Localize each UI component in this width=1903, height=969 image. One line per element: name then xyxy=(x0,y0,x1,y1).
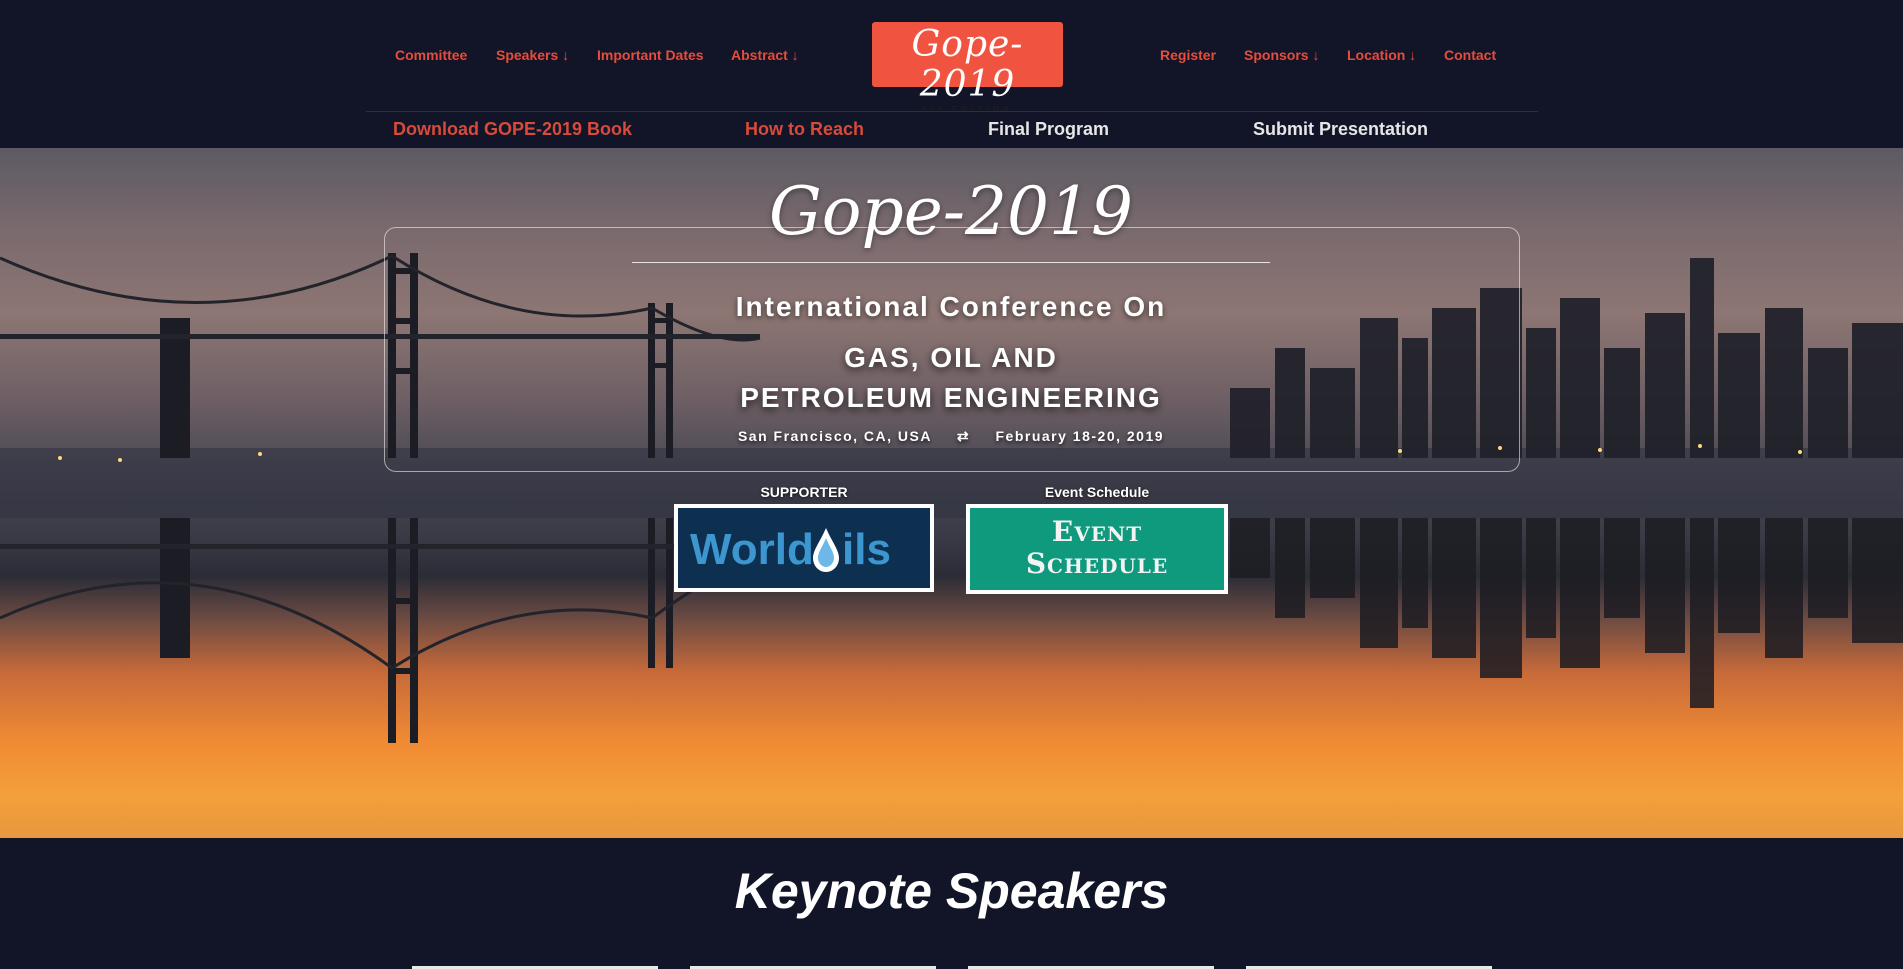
nav-speakers[interactable]: Speakers ↓ xyxy=(496,47,569,63)
conference-location: San Francisco, CA, USA xyxy=(737,428,932,444)
nav-sponsors[interactable]: Sponsors ↓ xyxy=(1244,47,1319,63)
event-schedule-line2: Schedule xyxy=(1025,547,1169,580)
svg-text:World: World xyxy=(690,525,814,574)
title-underline xyxy=(632,262,1270,263)
nav-important-dates[interactable]: Important Dates xyxy=(597,47,704,63)
nav-abstract[interactable]: Abstract ↓ xyxy=(731,47,799,63)
hero-title: Gope-2019 xyxy=(768,173,1134,250)
hero-banner: Gope-2019 International Conference On GA… xyxy=(0,148,1903,838)
conference-name: GAS, OIL AND PETROLEUM ENGINEERING xyxy=(384,338,1518,418)
event-schedule-line1: Event xyxy=(1051,515,1143,548)
site-logo[interactable]: Gope-2019 5th EDITION xyxy=(872,22,1063,114)
link-submit-presentation[interactable]: Submit Presentation xyxy=(1253,119,1428,140)
swap-arrows-icon: ⇄ xyxy=(956,428,971,444)
logo-subtitle: 5th EDITION xyxy=(922,105,1013,114)
conference-dates: February 18-20, 2019 xyxy=(995,428,1165,444)
nav-location[interactable]: Location ↓ xyxy=(1347,47,1416,63)
conference-meta: San Francisco, CA, USA ⇄ February 18-20,… xyxy=(384,428,1518,445)
header-divider xyxy=(366,111,1538,112)
supporter-worldoils-link[interactable]: World ils xyxy=(674,504,934,592)
supporter-label: SUPPORTER xyxy=(760,484,848,500)
nav-contact[interactable]: Contact xyxy=(1444,47,1496,63)
link-how-to-reach[interactable]: How to Reach xyxy=(745,119,864,140)
worldoils-logo: World ils xyxy=(690,525,891,574)
link-final-program[interactable]: Final Program xyxy=(988,119,1109,140)
keynote-heading: Keynote Speakers xyxy=(734,863,1169,919)
site-header: Committee Speakers ↓ Important Dates Abs… xyxy=(0,0,1903,148)
conference-name-line2: PETROLEUM ENGINEERING xyxy=(740,382,1162,413)
conference-prefix: International Conference On xyxy=(735,291,1167,322)
logo-title: Gope-2019 xyxy=(911,24,1024,105)
event-schedule-button[interactable]: Event Schedule xyxy=(966,504,1228,594)
link-download-book[interactable]: Download GOPE-2019 Book xyxy=(393,119,632,140)
conference-name-line1: GAS, OIL AND xyxy=(844,342,1058,373)
event-schedule-label: Event Schedule xyxy=(1044,484,1150,500)
svg-text:ils: ils xyxy=(842,525,891,574)
nav-register[interactable]: Register xyxy=(1160,47,1216,63)
nav-committee[interactable]: Committee xyxy=(395,47,467,63)
